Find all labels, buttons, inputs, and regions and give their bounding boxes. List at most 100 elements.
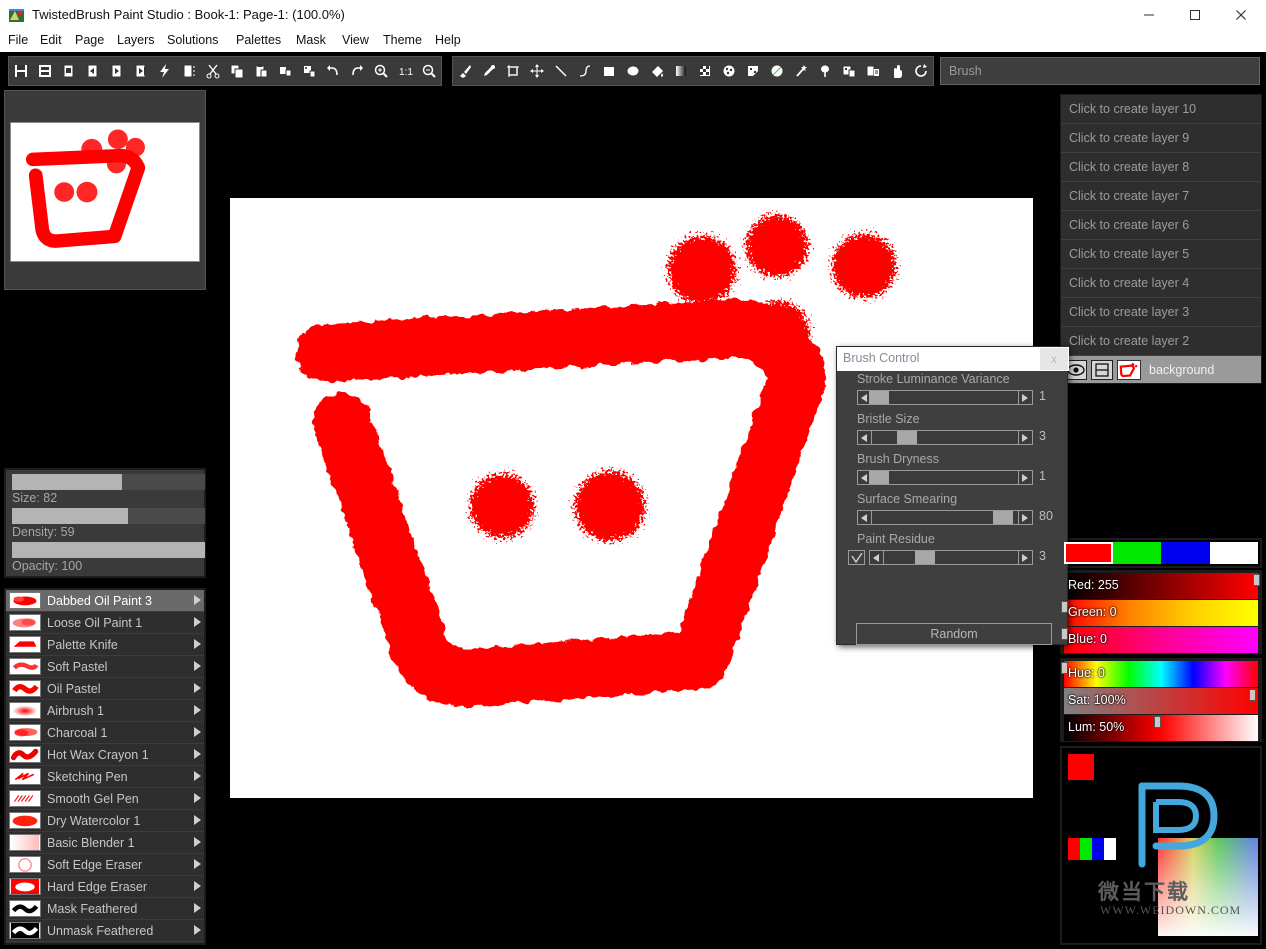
toolbar-button-flash[interactable] — [153, 58, 177, 84]
brush-control-titlebar[interactable]: Brush Control x — [837, 347, 1069, 371]
menu-item-theme[interactable]: Theme — [383, 33, 422, 47]
toolbar-button-page-new[interactable] — [57, 58, 81, 84]
chevron-right-icon[interactable] — [194, 661, 201, 671]
chevron-right-icon[interactable] — [194, 925, 201, 935]
rgb-color-sliders[interactable]: Red: 255 Green: 0 Blue: 0 — [1060, 570, 1262, 654]
toolbar-button-paste-special[interactable] — [297, 58, 321, 84]
toolbar-button-magic-wand[interactable] — [789, 58, 813, 84]
slider-density[interactable]: Density: 59 — [9, 507, 205, 541]
chevron-right-icon[interactable] — [194, 881, 201, 891]
slider-opacity[interactable]: Opacity: 100 — [9, 541, 205, 575]
color-slider-lum[interactable]: Lum: 50% — [1064, 715, 1258, 741]
arrow-right-icon[interactable] — [1018, 511, 1032, 524]
toolbar-button-cut[interactable] — [201, 58, 225, 84]
toolbar-button-grid[interactable] — [861, 58, 885, 84]
brush-name-field[interactable]: Brush — [940, 57, 1260, 85]
chevron-right-icon[interactable] — [194, 815, 201, 825]
toolbar-button-ellipse[interactable] — [621, 58, 645, 84]
brush-list-item[interactable]: Oil Pastel — [6, 678, 204, 700]
toolbar-button-zoom-out[interactable] — [417, 58, 441, 84]
arrow-left-icon[interactable] — [858, 431, 872, 444]
random-button[interactable]: Random — [856, 623, 1052, 645]
layers-panel[interactable]: Click to create layer 10 Click to create … — [1060, 94, 1262, 384]
toolbar-button-hand[interactable] — [885, 58, 909, 84]
toolbar-button-rotate[interactable] — [909, 58, 933, 84]
brush-control-close-button[interactable]: x — [1040, 348, 1068, 370]
color-slider-blue[interactable]: Blue: 0 — [1061, 627, 1258, 653]
brush-list-item[interactable]: Soft Edge Eraser — [6, 854, 204, 876]
chevron-right-icon[interactable] — [194, 727, 201, 737]
brush-control-slider[interactable] — [857, 510, 1033, 525]
slider-track[interactable] — [12, 542, 205, 558]
brush-list-item[interactable]: Airbrush 1 — [6, 700, 204, 722]
brush-list-item[interactable]: Palette Knife — [6, 634, 204, 656]
color-slider-red[interactable]: Red: 255 — [1064, 573, 1261, 599]
brush-list-item[interactable]: Soft Pastel — [6, 656, 204, 678]
layer-create-row[interactable]: Click to create layer 3 — [1061, 298, 1261, 327]
toolbar-button-checker-d[interactable] — [765, 58, 789, 84]
chevron-right-icon[interactable] — [194, 749, 201, 759]
color-swatch-blue[interactable] — [1161, 542, 1210, 564]
arrow-right-icon[interactable] — [1018, 391, 1032, 404]
paint-residue-checkbox[interactable] — [848, 550, 865, 565]
brush-list-item[interactable]: Loose Oil Paint 1 — [6, 612, 204, 634]
brush-list-item[interactable]: Unmask Feathered — [6, 920, 204, 942]
chevron-right-icon[interactable] — [194, 639, 201, 649]
menu-item-edit[interactable]: Edit — [40, 33, 62, 47]
toolbar-button-zoom-in[interactable] — [369, 58, 393, 84]
layer-create-row[interactable]: Click to create layer 4 — [1061, 269, 1261, 298]
toolbar-button-page-list[interactable] — [177, 58, 201, 84]
toolbar-button-eyedropper[interactable] — [477, 58, 501, 84]
chevron-right-icon[interactable] — [194, 595, 201, 605]
toolbar-button-copy[interactable] — [225, 58, 249, 84]
toolbar-button-crop[interactable] — [501, 58, 525, 84]
layer-row-background[interactable]: background — [1061, 356, 1261, 383]
slider-track[interactable] — [12, 508, 205, 524]
arrow-left-icon[interactable] — [858, 511, 872, 524]
brush-list-item[interactable]: Dabbed Oil Paint 3 — [6, 590, 204, 612]
brush-list-item[interactable]: Charcoal 1 — [6, 722, 204, 744]
brush-list-item[interactable]: Hard Edge Eraser — [6, 876, 204, 898]
menu-item-page[interactable]: Page — [75, 33, 104, 47]
menu-item-view[interactable]: View — [342, 33, 369, 47]
layer-create-row[interactable]: Click to create layer 6 — [1061, 211, 1261, 240]
brush-control-slider[interactable] — [869, 550, 1033, 565]
brush-list-item[interactable]: Sketching Pen — [6, 766, 204, 788]
arrow-left-icon[interactable] — [870, 551, 884, 564]
layer-create-row[interactable]: Click to create layer 9 — [1061, 124, 1261, 153]
layer-create-row[interactable]: Click to create layer 5 — [1061, 240, 1261, 269]
arrow-right-icon[interactable] — [1018, 471, 1032, 484]
toolbar-button-clone[interactable] — [837, 58, 861, 84]
layer-create-row[interactable]: Click to create layer 10 — [1061, 95, 1261, 124]
color-slider-green[interactable]: Green: 0 — [1061, 600, 1258, 626]
hsl-color-sliders[interactable]: Hue: 0 Sat: 100% Lum: 50% — [1060, 658, 1262, 742]
page-preview-thumbnail[interactable] — [10, 122, 200, 262]
toolbar-button-curve[interactable] — [573, 58, 597, 84]
toolbar-button-checker-c[interactable] — [741, 58, 765, 84]
brush-list[interactable]: Dabbed Oil Paint 3 Loose Oil Paint 1 Palet… — [4, 588, 206, 945]
brush-list-item[interactable]: Hot Wax Crayon 1 — [6, 744, 204, 766]
menu-item-solutions[interactable]: Solutions — [167, 33, 218, 47]
toolbar-button-brush[interactable] — [453, 58, 477, 84]
brush-control-slider[interactable] — [857, 390, 1033, 405]
close-button[interactable] — [1218, 0, 1264, 30]
chevron-right-icon[interactable] — [194, 793, 201, 803]
toolbar-button-page-prev[interactable] — [81, 58, 105, 84]
toolbar-button-page-next[interactable] — [105, 58, 129, 84]
slider-size[interactable]: Size: 82 — [9, 473, 205, 507]
slider-track[interactable] — [12, 474, 205, 490]
color-slider-hue[interactable]: Hue: 0 — [1061, 661, 1258, 687]
toolbar-button-checker-a[interactable] — [693, 58, 717, 84]
toolbar-button-page-add[interactable] — [129, 58, 153, 84]
chevron-right-icon[interactable] — [194, 903, 201, 913]
toolbar-button-undo[interactable] — [321, 58, 345, 84]
color-slider-sat[interactable]: Sat: 100% — [1064, 688, 1258, 714]
menu-item-palettes[interactable]: Palettes — [236, 33, 281, 47]
toolbar-button-zoom-actual[interactable]: 1:1 — [393, 58, 417, 84]
color-swatch-red[interactable] — [1064, 542, 1113, 564]
brush-list-item[interactable]: Basic Blender 1 — [6, 832, 204, 854]
brush-list-item[interactable]: Mask Feathered — [6, 898, 204, 920]
menu-item-mask[interactable]: Mask — [296, 33, 326, 47]
menu-item-file[interactable]: File — [8, 33, 28, 47]
toolbar-button-paste[interactable] — [249, 58, 273, 84]
